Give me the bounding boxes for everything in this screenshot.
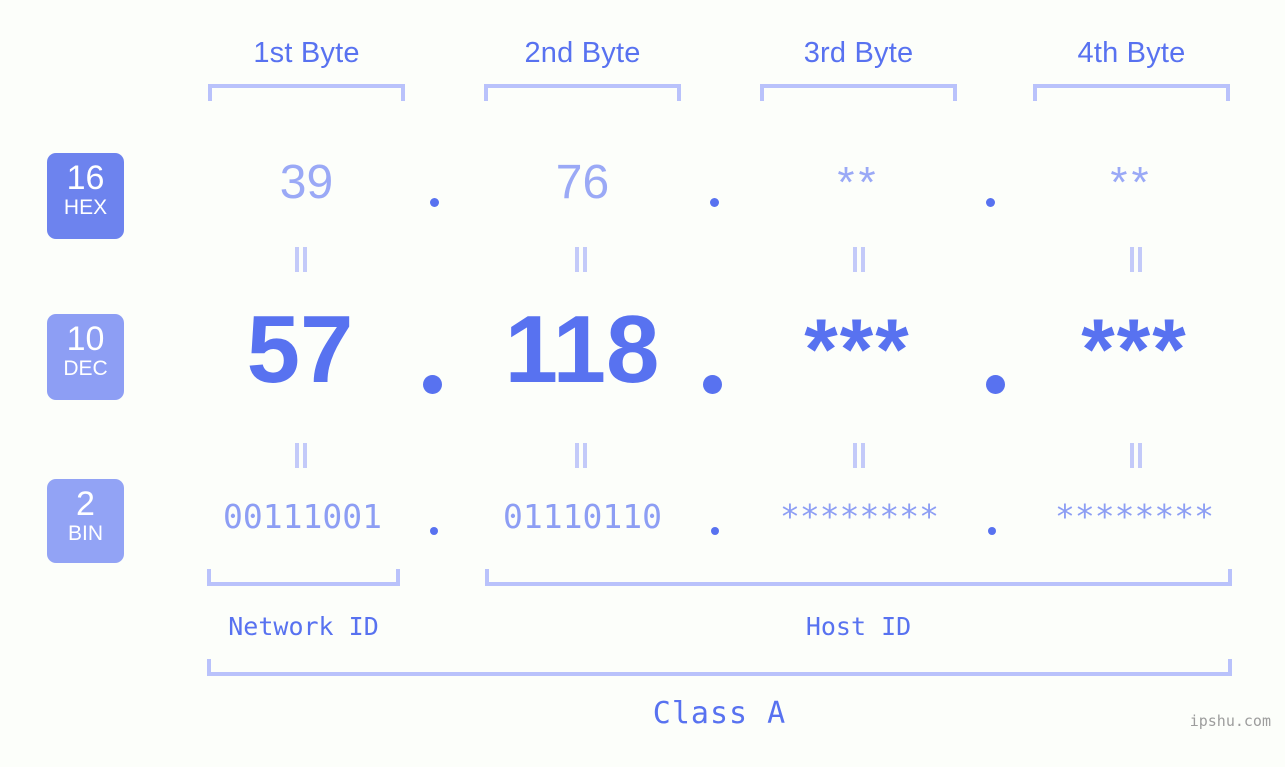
equals-mark-dec-bin-2 <box>573 443 589 468</box>
base-badge-hex-abbr: HEX <box>47 196 124 219</box>
byte-bracket-1 <box>208 84 405 101</box>
bin-byte-2: 01110110 <box>480 492 685 542</box>
hex-byte-1: 39 <box>208 152 405 214</box>
dec-byte-2: 118 <box>477 295 687 405</box>
equals-mark-hex-dec-2 <box>573 247 589 272</box>
base-badge-bin-abbr: BIN <box>47 522 124 545</box>
equals-mark-dec-bin-4 <box>1128 443 1144 468</box>
class-label: Class A <box>207 694 1232 734</box>
ip-address-breakdown-diagram: 1st Byte 2nd Byte 3rd Byte 4th Byte 16 H… <box>0 0 1285 767</box>
dec-byte-4: *** <box>1032 295 1237 405</box>
hex-byte-2: 76 <box>484 152 681 214</box>
bin-dot-1 <box>430 527 438 535</box>
hex-byte-4: ** <box>1033 152 1230 214</box>
base-badge-hex-number: 16 <box>47 160 124 196</box>
base-badge-bin: 2 BIN <box>47 479 124 563</box>
hex-byte-3: ** <box>760 152 957 214</box>
base-badge-hex: 16 HEX <box>47 153 124 239</box>
bin-byte-3: ******** <box>757 492 962 542</box>
base-badge-bin-number: 2 <box>47 486 124 522</box>
equals-mark-hex-dec-1 <box>293 247 309 272</box>
byte-bracket-2 <box>484 84 681 101</box>
network-id-label: Network ID <box>207 610 400 644</box>
network-id-bracket <box>207 569 400 586</box>
byte-header-1: 1st Byte <box>208 32 405 74</box>
equals-mark-hex-dec-3 <box>851 247 867 272</box>
base-badge-dec-abbr: DEC <box>47 357 124 380</box>
hex-dot-2 <box>710 198 719 207</box>
host-id-label: Host ID <box>485 610 1232 644</box>
byte-header-4: 4th Byte <box>1033 32 1230 74</box>
class-bracket <box>207 659 1232 676</box>
byte-bracket-3 <box>760 84 957 101</box>
bin-dot-3 <box>988 527 996 535</box>
hex-dot-3 <box>986 198 995 207</box>
base-badge-dec-number: 10 <box>47 321 124 357</box>
equals-mark-hex-dec-4 <box>1128 247 1144 272</box>
watermark: ipshu.com <box>1190 712 1271 730</box>
base-badge-dec: 10 DEC <box>47 314 124 400</box>
equals-mark-dec-bin-3 <box>851 443 867 468</box>
hex-dot-1 <box>430 198 439 207</box>
byte-header-2: 2nd Byte <box>484 32 681 74</box>
byte-header-3: 3rd Byte <box>760 32 957 74</box>
dec-dot-1 <box>423 375 442 394</box>
equals-mark-dec-bin-1 <box>293 443 309 468</box>
dec-byte-3: *** <box>755 295 960 405</box>
bin-dot-2 <box>711 527 719 535</box>
bin-byte-1: 00111001 <box>200 492 405 542</box>
byte-bracket-4 <box>1033 84 1230 101</box>
host-id-bracket <box>485 569 1232 586</box>
dec-dot-3 <box>986 375 1005 394</box>
dec-byte-1: 57 <box>195 295 405 405</box>
bin-byte-4: ******** <box>1032 492 1237 542</box>
dec-dot-2 <box>703 375 722 394</box>
